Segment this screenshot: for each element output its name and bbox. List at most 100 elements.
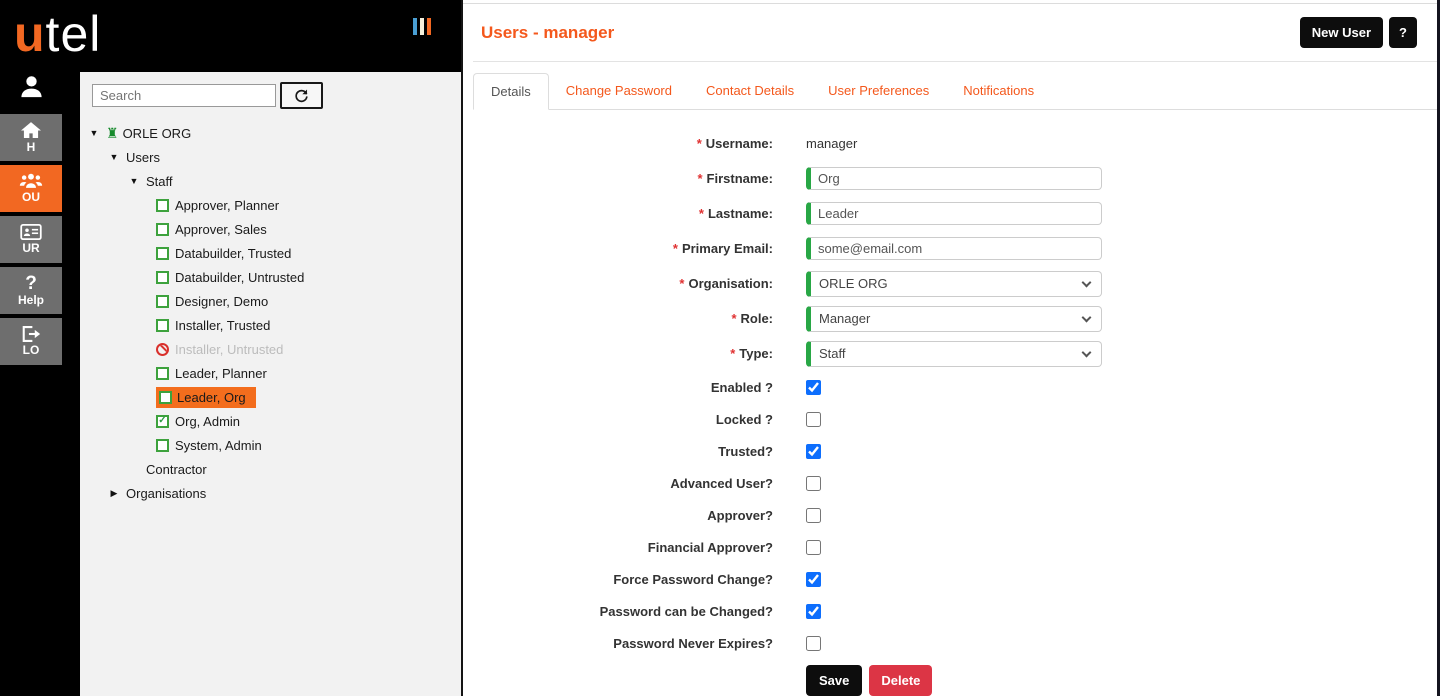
tree-item-label: Installer, Trusted bbox=[175, 317, 271, 333]
required-marker: * bbox=[679, 276, 685, 291]
form-row-advanced-user: Advanced User? bbox=[473, 467, 1437, 499]
type-select[interactable]: Staff bbox=[806, 340, 1102, 367]
rail-item-label: UR bbox=[22, 241, 40, 255]
rail-item-label: Help bbox=[17, 292, 44, 307]
new-user-button[interactable]: New User bbox=[1299, 17, 1384, 48]
help-button[interactable]: ? bbox=[1389, 17, 1417, 48]
tree-item-staff[interactable]: ▼ Staff bbox=[80, 169, 461, 193]
locked-checkbox[interactable] bbox=[806, 411, 821, 427]
rail-item-help[interactable]: ? Help bbox=[0, 267, 62, 314]
tab-contact-details[interactable]: Contact Details bbox=[689, 73, 811, 109]
tree-item-label: Designer, Demo bbox=[175, 293, 269, 309]
required-marker: * bbox=[672, 241, 678, 256]
password-never-expires-checkbox[interactable] bbox=[806, 635, 821, 651]
tree-item-label: ORLE ORG bbox=[122, 125, 192, 141]
profile-person-icon[interactable] bbox=[18, 72, 45, 102]
tree-item-users[interactable]: ▼ Users bbox=[80, 145, 461, 169]
organisation-select[interactable]: ORLE ORG bbox=[806, 270, 1102, 297]
page-header: Users - manager New User ? bbox=[473, 4, 1437, 62]
tree-item-contractor[interactable]: Contractor bbox=[80, 457, 461, 481]
tree-item-organisations[interactable]: ▶ Organisations bbox=[80, 481, 461, 505]
form-row-approver: Approver? bbox=[473, 499, 1437, 531]
page-title: Users - manager bbox=[481, 22, 615, 42]
selected-option: Manager bbox=[819, 311, 871, 326]
field-label: Trusted? bbox=[718, 443, 773, 459]
rail-item-home[interactable]: H bbox=[0, 114, 62, 161]
tree-item-user-selected[interactable]: Leader, Org bbox=[80, 385, 461, 409]
collapsed-arrow-icon[interactable]: ▶ bbox=[108, 488, 120, 499]
financial-approver-checkbox[interactable] bbox=[806, 539, 821, 555]
tree-item-label: Users bbox=[126, 149, 160, 165]
advanced-user-checkbox[interactable] bbox=[806, 475, 821, 491]
form-row-enabled: Enabled ? bbox=[473, 371, 1437, 403]
field-label: Organisation: bbox=[688, 276, 773, 291]
firstname-field[interactable] bbox=[806, 167, 1102, 190]
tree-checkbox-icon[interactable] bbox=[156, 270, 169, 284]
trusted-checkbox[interactable] bbox=[806, 443, 821, 459]
panel-toggle-icon[interactable] bbox=[413, 18, 431, 35]
tree-item-label: Org, Admin bbox=[175, 413, 241, 429]
tree-checkbox-icon[interactable] bbox=[159, 390, 172, 404]
expanded-arrow-icon[interactable]: ▼ bbox=[108, 152, 120, 162]
field-label: Password Never Expires? bbox=[613, 635, 773, 651]
refresh-button[interactable] bbox=[280, 82, 323, 109]
tree-item-user[interactable]: Installer, Trusted bbox=[80, 313, 461, 337]
required-marker: * bbox=[731, 311, 737, 326]
required-marker: * bbox=[730, 346, 736, 361]
lastname-field[interactable] bbox=[806, 202, 1102, 225]
rail-item-user-roles[interactable]: UR bbox=[0, 216, 62, 263]
tree-item-user[interactable]: Designer, Demo bbox=[80, 289, 461, 313]
tree-item-label: Databuilder, Untrusted bbox=[175, 269, 305, 285]
nav-rail: H OU UR ? Help LO bbox=[0, 72, 80, 696]
tree-item-user[interactable]: Approver, Planner bbox=[80, 193, 461, 217]
primary-email-field[interactable] bbox=[806, 237, 1102, 260]
user-card-icon bbox=[20, 224, 42, 240]
no-entry-icon bbox=[156, 342, 169, 356]
role-select[interactable]: Manager bbox=[806, 305, 1102, 332]
rail-item-label: LO bbox=[22, 343, 40, 357]
tree-item-user[interactable]: Leader, Planner bbox=[80, 361, 461, 385]
tab-user-preferences[interactable]: User Preferences bbox=[811, 73, 946, 109]
approver-checkbox[interactable] bbox=[806, 507, 821, 523]
rail-item-org-users[interactable]: OU bbox=[0, 165, 62, 212]
tree-checkbox-icon[interactable] bbox=[156, 438, 169, 452]
field-label: Advanced User? bbox=[670, 475, 773, 491]
tree-item-label: Leader, Org bbox=[177, 389, 246, 405]
tree-item-user[interactable]: Databuilder, Trusted bbox=[80, 241, 461, 265]
tree-item-user[interactable]: Databuilder, Untrusted bbox=[80, 265, 461, 289]
tree-item-user[interactable]: ✓ Org, Admin bbox=[80, 409, 461, 433]
toggle-bar-blue bbox=[413, 18, 417, 35]
password-can-be-changed-checkbox[interactable] bbox=[806, 603, 821, 619]
tab-notifications[interactable]: Notifications bbox=[946, 73, 1051, 109]
form-row-primary-email: * Primary Email: bbox=[473, 231, 1437, 266]
force-password-change-checkbox[interactable] bbox=[806, 571, 821, 587]
tab-details[interactable]: Details bbox=[473, 73, 549, 110]
tree-item-label: Databuilder, Trusted bbox=[175, 245, 292, 261]
search-input[interactable] bbox=[92, 84, 276, 107]
tree-checkbox-checked-icon[interactable]: ✓ bbox=[156, 414, 169, 428]
tab-change-password[interactable]: Change Password bbox=[549, 73, 689, 109]
tree-item-user[interactable]: Approver, Sales bbox=[80, 217, 461, 241]
tree-item-label: Staff bbox=[146, 173, 173, 189]
tree-checkbox-icon[interactable] bbox=[156, 198, 169, 212]
tree-checkbox-icon[interactable] bbox=[156, 246, 169, 260]
tree-checkbox-icon[interactable] bbox=[156, 318, 169, 332]
expanded-arrow-icon[interactable]: ▼ bbox=[88, 128, 100, 138]
delete-button[interactable]: Delete bbox=[869, 665, 933, 696]
rail-item-logout[interactable]: LO bbox=[0, 318, 62, 365]
field-label: Firstname: bbox=[706, 171, 773, 186]
main-content: Users - manager New User ? Details Chang… bbox=[461, 0, 1440, 696]
tree-checkbox-icon[interactable] bbox=[156, 366, 169, 380]
tree-item-user[interactable]: System, Admin bbox=[80, 433, 461, 457]
form-row-username: * Username: manager bbox=[473, 126, 1437, 161]
tree-item-user-disabled[interactable]: Installer, Untrusted bbox=[80, 337, 461, 361]
enabled-checkbox[interactable] bbox=[806, 379, 821, 395]
required-marker: * bbox=[698, 206, 704, 221]
tree-item-label: Contractor bbox=[146, 461, 207, 477]
save-button[interactable]: Save bbox=[806, 665, 863, 696]
tree-checkbox-icon[interactable] bbox=[156, 222, 169, 236]
tree-checkbox-icon[interactable] bbox=[156, 294, 169, 308]
tree-item-label: Installer, Untrusted bbox=[175, 341, 284, 357]
tree-item-orle-org[interactable]: ▼ ♜ ORLE ORG bbox=[80, 121, 461, 145]
expanded-arrow-icon[interactable]: ▼ bbox=[128, 176, 140, 186]
